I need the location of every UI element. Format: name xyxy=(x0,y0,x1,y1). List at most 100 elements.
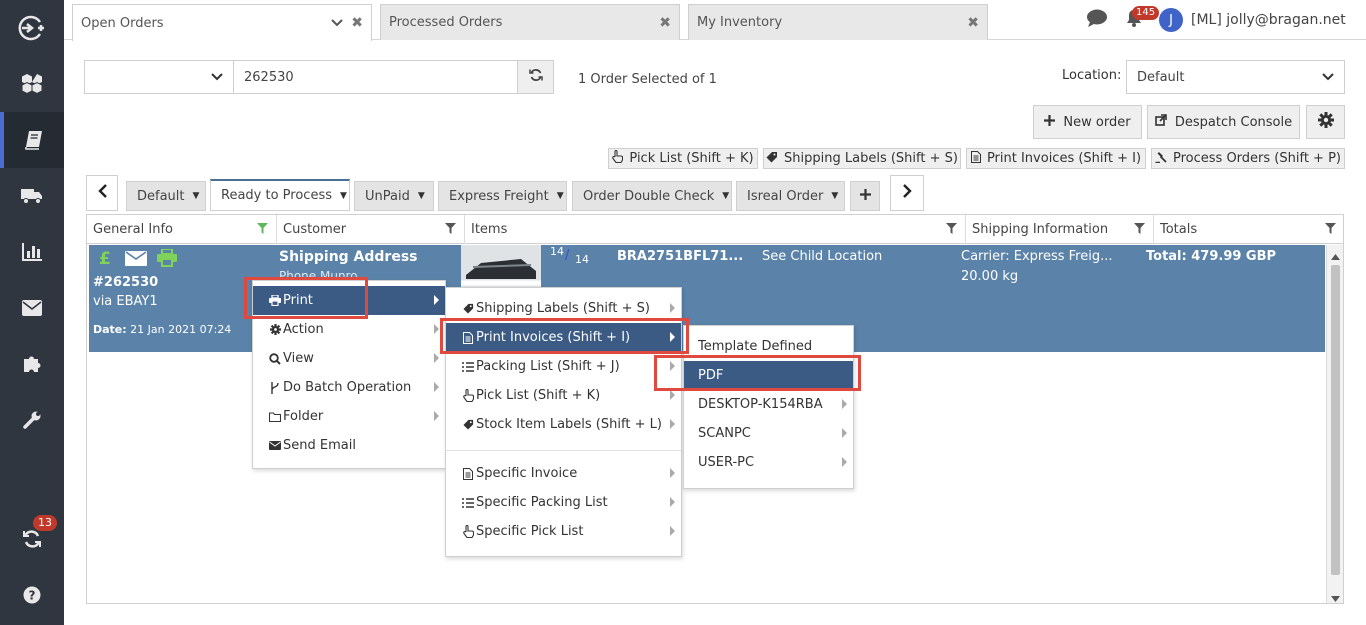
chat-button[interactable] xyxy=(1086,0,1108,40)
sidebar-item-settings[interactable] xyxy=(0,392,64,448)
tab-open-orders[interactable]: Open Orders ✖ xyxy=(72,4,372,41)
submenu-item-pick-list[interactable]: Pick List (Shift + K) xyxy=(446,381,681,410)
pound-icon[interactable]: £ xyxy=(99,249,113,271)
submenu-item-specific-pick-list[interactable]: Specific Pick List xyxy=(446,517,681,546)
column-customer[interactable]: Customer xyxy=(277,215,465,244)
submenu-item-pdf[interactable]: PDF xyxy=(684,361,853,390)
scroll-left-button[interactable] xyxy=(86,175,118,211)
submenu-item-user-pc[interactable]: USER-PC xyxy=(684,448,853,477)
filter-icon[interactable] xyxy=(1325,223,1336,238)
vertical-scrollbar[interactable] xyxy=(1326,245,1343,603)
submenu-item-desktop-printer[interactable]: DESKTOP-K154RBA xyxy=(684,390,853,419)
order-number[interactable]: #262530 xyxy=(93,275,158,290)
scroll-up-icon[interactable] xyxy=(1331,249,1340,264)
menu-item-action[interactable]: Action xyxy=(253,315,445,344)
search-icon xyxy=(267,352,283,365)
branch-icon xyxy=(267,381,283,394)
print-invoices-button[interactable]: Print Invoices (Shift + I) xyxy=(966,148,1146,169)
submenu-item-shipping-labels[interactable]: Shipping Labels (Shift + S) xyxy=(446,294,681,323)
submenu-item-specific-packing-list[interactable]: Specific Packing List xyxy=(446,488,681,517)
filter-icon[interactable] xyxy=(445,223,456,238)
menu-item-print[interactable]: Print xyxy=(253,286,445,315)
view-tab-ready-to-process[interactable]: Ready to Process ▼ xyxy=(210,179,350,211)
column-shipping-information[interactable]: Shipping Information xyxy=(966,215,1154,244)
menu-item-send-email[interactable]: Send Email xyxy=(253,431,445,460)
column-general-info[interactable]: General Info xyxy=(87,215,277,244)
sidebar-item-apps[interactable] xyxy=(0,336,64,392)
sidebar-item-reports[interactable] xyxy=(0,224,64,280)
sidebar: 13 ? xyxy=(0,0,64,625)
chevron-down-icon xyxy=(211,71,223,84)
shipping-labels-button[interactable]: Shipping Labels (Shift + S) xyxy=(763,148,961,169)
sidebar-item-new[interactable] xyxy=(0,0,64,56)
tab-processed-orders[interactable]: Processed Orders ✖ xyxy=(380,4,680,40)
folder-icon xyxy=(267,411,283,422)
sidebar-item-inventory[interactable] xyxy=(0,56,64,112)
scroll-right-button[interactable] xyxy=(890,175,924,211)
submenu-item-stock-item-labels[interactable]: Stock Item Labels (Shift + L) xyxy=(446,410,681,439)
view-tab-default[interactable]: Default ▼ xyxy=(126,181,206,211)
menu-item-label: Send Email xyxy=(283,438,356,453)
shipping-labels-label: Shipping Labels (Shift + S) xyxy=(784,151,958,166)
sidebar-item-orders[interactable] xyxy=(0,112,64,168)
menu-item-batch-operation[interactable]: Do Batch Operation xyxy=(253,373,445,402)
filter-icon[interactable] xyxy=(257,223,268,238)
search-query: 262530 xyxy=(244,69,294,85)
process-orders-button[interactable]: Process Orders (Shift + P) xyxy=(1151,148,1345,169)
product-image xyxy=(461,245,541,289)
pick-list-button[interactable]: Pick List (Shift + K) xyxy=(608,148,758,169)
submenu-item-packing-list[interactable]: Packing List (Shift + J) xyxy=(446,352,681,381)
print-invoices-label: Print Invoices (Shift + I) xyxy=(986,151,1142,166)
search-input[interactable]: 262530 xyxy=(234,60,518,94)
submenu-item-specific-invoice[interactable]: Specific Invoice xyxy=(446,459,681,488)
avatar: J xyxy=(1159,8,1183,32)
menu-item-label: View xyxy=(283,351,314,366)
new-order-button[interactable]: New order xyxy=(1033,105,1142,139)
submenu-item-label: Shipping Labels (Shift + S) xyxy=(476,301,650,316)
menu-item-folder[interactable]: Folder xyxy=(253,402,445,431)
gavel-icon xyxy=(1155,151,1167,167)
hand-pointer-icon xyxy=(460,389,476,402)
sidebar-item-messages[interactable] xyxy=(0,280,64,336)
column-totals[interactable]: Totals xyxy=(1154,215,1344,244)
filter-icon[interactable] xyxy=(946,223,957,238)
envelope-icon xyxy=(267,441,283,450)
user-menu[interactable]: J [ML] jolly@bragan.net xyxy=(1159,0,1346,40)
caret-right-icon xyxy=(670,497,675,507)
sync-icon xyxy=(22,529,42,549)
submenu-item-print-invoices[interactable]: Print Invoices (Shift + I) xyxy=(446,323,681,352)
view-tab-express-freight[interactable]: Express Freight ▼ xyxy=(438,181,567,211)
scroll-down-icon[interactable] xyxy=(1331,591,1340,606)
sidebar-item-shipping[interactable] xyxy=(0,168,64,224)
close-icon[interactable]: ✖ xyxy=(351,15,363,31)
view-tab-order-double-check[interactable]: Order Double Check ▼ xyxy=(572,181,732,211)
item-sku[interactable]: BRA2751BFL71... xyxy=(617,249,743,264)
search-type-select[interactable] xyxy=(84,60,234,94)
view-tab-isreal-order[interactable]: Isreal Order ▼ xyxy=(736,181,845,211)
close-icon[interactable]: ✖ xyxy=(659,15,671,31)
refresh-button[interactable] xyxy=(517,60,554,94)
envelope-icon[interactable] xyxy=(125,251,147,270)
column-items[interactable]: Items xyxy=(465,215,966,244)
close-icon[interactable]: ✖ xyxy=(967,15,979,31)
printer-icon[interactable] xyxy=(157,248,177,271)
sidebar-item-sync[interactable]: 13 xyxy=(0,511,64,567)
sidebar-item-help[interactable]: ? xyxy=(0,567,64,623)
settings-button[interactable] xyxy=(1306,105,1345,139)
despatch-console-button[interactable]: Despatch Console xyxy=(1147,105,1300,139)
customer-heading: Shipping Address xyxy=(279,249,418,265)
menu-item-view[interactable]: View xyxy=(253,344,445,373)
view-tab-unpaid[interactable]: UnPaid ▼ xyxy=(354,181,434,211)
submenu-item-scanpc[interactable]: SCANPC xyxy=(684,419,853,448)
scroll-thumb[interactable] xyxy=(1331,265,1340,575)
filter-icon[interactable] xyxy=(1134,223,1145,238)
chevron-down-icon[interactable] xyxy=(331,17,343,30)
submenu-item-label: Template Defined xyxy=(698,339,813,354)
location-select[interactable]: Default xyxy=(1126,60,1345,94)
submenu-item-template-defined[interactable]: Template Defined xyxy=(684,332,853,361)
menu-item-label: Action xyxy=(283,322,324,337)
add-view-button[interactable] xyxy=(850,181,880,211)
tab-my-inventory[interactable]: My Inventory ✖ xyxy=(688,4,988,40)
caret-right-icon xyxy=(670,303,675,313)
user-email: [ML] jolly@bragan.net xyxy=(1191,12,1346,28)
